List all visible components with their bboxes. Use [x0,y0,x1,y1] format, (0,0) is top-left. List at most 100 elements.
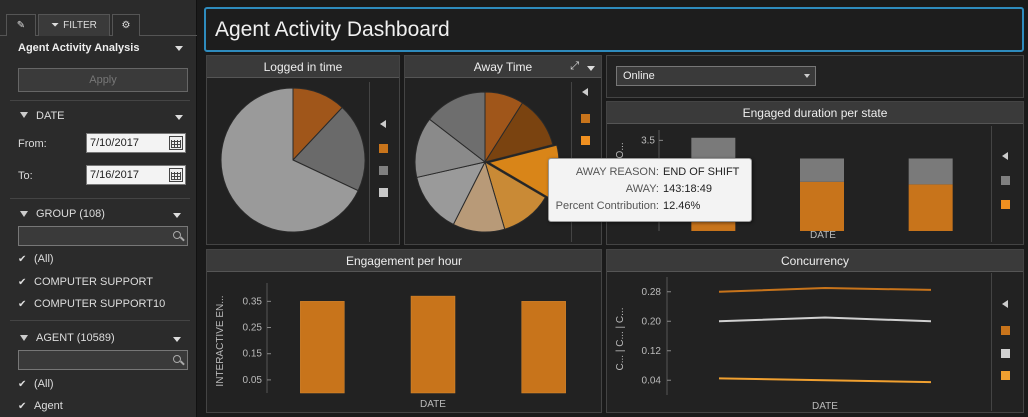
to-date-value: 7/16/2017 [90,169,139,181]
group-collapse-icon[interactable] [20,211,28,217]
bar [521,301,566,394]
agent-collapse-icon[interactable] [20,335,28,341]
bar [410,295,456,394]
tooltip-row: AWAY REASON: END OF SHIFT [549,166,753,180]
pencil-icon: ✎ [16,20,26,31]
tab-settings[interactable]: ⚙ [112,14,140,36]
expand-icon[interactable]: ⤢ [570,60,579,73]
group-option[interactable]: ✔ COMPUTER SUPPORT10 [18,298,165,310]
tooltip-key: AWAY: [625,183,659,195]
y-tick-label: 0.28 [642,287,662,298]
apply-button[interactable]: Apply [18,68,188,92]
analysis-title: Agent Activity Analysis [18,42,140,54]
from-date-field[interactable]: 7/10/2017 [86,133,186,153]
search-icon [173,355,181,363]
calendar-icon[interactable] [169,136,183,150]
group-option-label: (All) [34,253,54,265]
tooltip-value: 12.46% [663,200,701,212]
concurrency-line-chart: 0.28 0.20 0.12 0.04 C... | C... | C... DATE [615,277,932,412]
group-option[interactable]: ✔ (All) [18,253,54,265]
tooltip-value: 143:18:49 [663,183,712,195]
legend-collapse-icon[interactable] [582,88,588,96]
panel-title: Engaged duration per state [607,102,1023,124]
logged-in-panel: Logged in time [206,55,400,245]
to-label: To: [18,170,33,182]
x-axis-label: DATE [812,401,838,412]
legend-swatch [379,188,388,197]
bar [800,158,844,182]
analysis-menu-caret-icon[interactable] [175,46,183,51]
from-label: From: [18,138,47,150]
y-tick-label: 0.05 [243,375,263,386]
group-section-label: GROUP (108) [36,208,105,220]
group-option[interactable]: ✔ COMPUTER SUPPORT [18,276,153,288]
divider [10,320,190,321]
calendar-icon[interactable] [169,168,183,182]
agent-option-label: Agent [34,400,63,412]
y-tick-label: 3.5 [641,135,655,146]
legend-swatch [1001,326,1010,335]
dashboard-root: ✎ ⏷ FILTER ⚙ Agent Activity Analysis App… [0,0,1028,417]
group-option-label: COMPUTER SUPPORT [34,276,153,288]
legend-swatch [581,114,590,123]
legend-swatch [581,136,590,145]
tooltip-value: END OF SHIFT [663,166,740,178]
y-tick-label: 0.12 [642,346,662,357]
bar [800,181,844,231]
agent-option[interactable]: ✔ Agent [18,400,63,412]
gear-icon: ⚙ [121,20,131,31]
state-dropdown-value: Online [623,70,655,82]
tooltip-row: Percent Contribution: 12.46% [549,200,753,214]
group-search-input[interactable] [18,226,188,246]
date-section-label: DATE [36,110,65,122]
group-menu-caret-icon[interactable] [173,213,181,218]
panel-menu-caret-icon[interactable] [587,66,595,71]
group-option-label: COMPUTER SUPPORT10 [34,298,166,310]
bar [300,301,345,394]
date-menu-caret-icon[interactable] [175,115,183,120]
panel-title: Engagement per hour [207,250,601,272]
y-tick-label: 0.15 [243,349,263,360]
legend-collapse-icon[interactable] [1002,152,1008,160]
search-icon [173,231,181,239]
checkmark-icon: ✔ [18,378,27,390]
agent-option-label: (All) [34,378,54,390]
legend-swatch [1001,200,1010,209]
tab-filter[interactable]: ⏷ FILTER [38,14,110,36]
logged-in-pie-chart [220,87,366,233]
line-legend [991,273,1021,411]
date-collapse-icon[interactable] [20,112,28,118]
legend-swatch [379,166,388,175]
panel-title: Logged in time [207,56,399,78]
legend-collapse-icon[interactable] [1002,300,1008,308]
legend-collapse-icon[interactable] [380,120,386,128]
y-tick-label: 0.25 [243,323,263,334]
series-line [718,287,932,293]
x-axis-label: DATE [420,399,446,410]
checkmark-icon: ✔ [18,276,27,288]
legend-swatch [1001,349,1010,358]
engagement-per-hour-bar-chart: 0.35 0.25 0.15 0.05 INTERACTIVE EN... DATE [215,283,566,410]
agent-option[interactable]: ✔ (All) [18,378,54,390]
tooltip-row: AWAY: 143:18:49 [549,183,753,197]
legend-swatch [1001,371,1010,380]
pie-legend [369,82,399,242]
checkmark-icon: ✔ [18,400,27,412]
agent-search-input[interactable] [18,350,188,370]
bar [908,158,953,185]
from-date-value: 7/10/2017 [90,137,139,149]
divider [10,100,190,101]
checkmark-icon: ✔ [18,298,27,310]
state-dropdown[interactable]: Online [616,66,816,86]
y-tick-label: 0.35 [243,296,263,307]
tab-edit[interactable]: ✎ [6,14,36,36]
bar [908,184,953,231]
panel-title: Concurrency [607,250,1023,272]
dashboard-header[interactable]: Agent Activity Dashboard [204,7,1024,52]
legend-swatch [1001,176,1010,185]
funnel-icon: ⏷ [51,20,60,31]
filter-sidebar: ✎ ⏷ FILTER ⚙ Agent Activity Analysis App… [0,0,197,417]
agent-menu-caret-icon[interactable] [173,337,181,342]
to-date-field[interactable]: 7/16/2017 [86,165,186,185]
page-title: Agent Activity Dashboard [215,18,450,41]
